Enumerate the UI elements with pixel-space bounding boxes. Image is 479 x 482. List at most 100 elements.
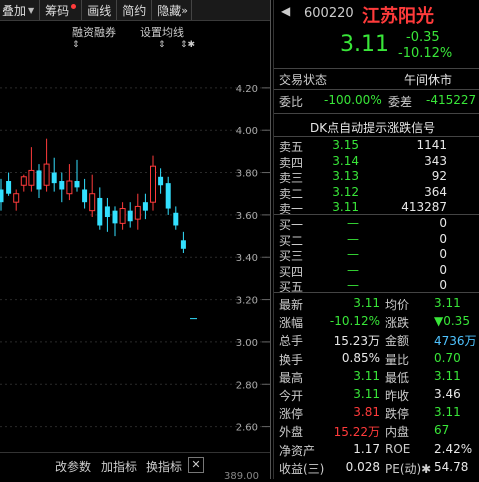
stat-value: 3.11 <box>434 296 461 310</box>
ask-level-label: 卖三 <box>279 171 304 185</box>
bid-price: — <box>347 262 359 277</box>
caret-down-icon: ▼ <box>28 5 35 15</box>
divider <box>274 136 479 137</box>
prev-stock-icon[interactable]: ◀ <box>281 4 290 18</box>
stat-value: 3.11 <box>434 405 461 420</box>
stat-value: 0.028 <box>345 459 380 474</box>
weibi-value: -100.00% <box>324 93 382 107</box>
switch-indicator-button[interactable]: 换指标 <box>146 458 182 475</box>
ask-price: 3.14 <box>332 153 359 168</box>
stat-label: 昨收 <box>385 389 410 403</box>
y-tick-label: 3.60 <box>236 211 258 222</box>
candle-body <box>89 193 96 212</box>
simple-mode-label: 简约 <box>122 3 147 18</box>
stat-label: 净资产 <box>279 443 316 458</box>
bid-volume: 0 <box>439 231 447 246</box>
stat-value: 3.11 <box>434 368 461 383</box>
divider <box>274 292 479 293</box>
stat-label: 金额 <box>385 334 410 349</box>
y-tick-label: 4.20 <box>236 84 258 95</box>
margin-trading-link[interactable]: 融资融券 <box>72 24 116 40</box>
stat-value: 3.11 <box>353 387 380 401</box>
candle-body <box>150 165 156 203</box>
add-indicator-button[interactable]: 加指标 <box>101 458 137 475</box>
stat-label: 量比 <box>385 352 410 367</box>
candle-body <box>82 189 88 203</box>
candle-body <box>180 240 186 249</box>
stat-label: 今开 <box>279 389 304 403</box>
stat-value: 15.22万 <box>333 425 380 440</box>
marker-row: ⇕ ⇕ ⇕✱ <box>0 40 270 54</box>
stat-label: 涨停 <box>279 407 304 422</box>
simple-mode-button[interactable]: 简约 <box>117 0 153 20</box>
candle-body <box>119 208 126 224</box>
stat-row: 换手 0.85% 量比 0.70 <box>274 351 479 369</box>
kline-chart[interactable]: 4.20 4.00 3.80 3.60 3.40 3.20 3.00 2.80 2.60 <box>0 54 270 479</box>
stat-value: 3.46 <box>434 387 461 401</box>
stat-label: ROE <box>385 441 411 456</box>
trade-status-row: 交易状态 午间休市 <box>274 71 479 89</box>
candle-body <box>97 197 103 226</box>
candle-body <box>51 172 57 184</box>
overlay-label: 叠加 <box>2 3 27 18</box>
stat-value: 2.42% <box>434 441 473 456</box>
overlay-button[interactable]: 叠加 ▼ <box>0 0 41 20</box>
bid-row[interactable]: 买五 —0 <box>274 278 479 296</box>
stat-value: 4736万 <box>434 334 477 349</box>
bid-level-label: 买四 <box>279 264 304 279</box>
indicator-bar: 改参数 加指标 换指标 ✕ 389.00 <box>0 452 270 482</box>
y-tick-label: 3.80 <box>236 169 258 180</box>
stock-name: 江苏阳光 <box>362 6 434 27</box>
stat-value: 15.23万 <box>333 334 380 349</box>
candle-body <box>28 169 35 186</box>
stat-value: -10.12% <box>329 314 380 329</box>
quote-panel: ◀ 600220 江苏阳光 3.11 -0.35 -10.12% 交易状态 午间… <box>274 0 479 479</box>
stat-row: 净资产 1.17 ROE 2.42% <box>274 442 479 460</box>
stat-value: ▼0.35 <box>434 314 470 329</box>
y-tick-label: 2.80 <box>236 380 258 391</box>
indicator-axis-value: 389.00 <box>224 471 259 482</box>
candle-body <box>104 206 110 218</box>
candle-body <box>134 205 141 220</box>
panel-divider <box>270 0 271 479</box>
trade-status-value: 午间休市 <box>404 73 453 87</box>
stat-row: 收益(三) 0.028 PE(动)✱ 54.78 <box>274 460 479 478</box>
bid-price: — <box>347 247 359 261</box>
ask-volume: 364 <box>424 184 447 199</box>
draw-line-button[interactable]: 画线 <box>82 0 118 20</box>
candle-body <box>0 189 4 203</box>
stat-label: 换手 <box>279 352 304 367</box>
hide-button[interactable]: 隐藏» <box>152 0 192 20</box>
stat-label: 均价 <box>385 298 410 312</box>
divider <box>274 214 479 215</box>
candle-body <box>6 181 12 194</box>
chips-button[interactable]: 筹码 <box>40 0 83 20</box>
notification-dot-icon <box>71 3 77 9</box>
bid-volume: 0 <box>439 247 447 261</box>
updown-star-marker-icon: ⇕✱ <box>180 40 196 50</box>
stat-row: 今开 3.11 昨收 3.46 <box>274 387 479 405</box>
chart-subbar: 融资融券 设置均线 <box>0 22 270 40</box>
candle-body <box>165 183 171 209</box>
ma-settings-link[interactable]: 设置均线 <box>140 24 184 40</box>
stat-value: 54.78 <box>434 459 469 474</box>
stat-value: 3.11 <box>353 296 380 310</box>
stat-row: 涨停 3.81 跌停 3.11 <box>274 405 479 423</box>
candle-body <box>112 210 118 224</box>
stat-label: 外盘 <box>279 425 304 440</box>
stat-label: 最高 <box>279 370 304 385</box>
stat-value: 0.85% <box>341 350 380 365</box>
stat-label: 跌停 <box>385 407 410 422</box>
draw-line-label: 画线 <box>87 3 112 18</box>
edit-params-button[interactable]: 改参数 <box>55 458 91 475</box>
candle-body <box>173 212 179 226</box>
bid-price: — <box>347 278 359 292</box>
ask-price: 3.13 <box>332 169 359 183</box>
close-icon[interactable]: ✕ <box>188 457 204 473</box>
y-tick-label: 3.40 <box>236 253 258 264</box>
y-tick-label: 3.00 <box>236 338 258 349</box>
stat-label: 涨跌 <box>385 316 410 331</box>
stat-row: 总手 15.23万 金额 4736万 <box>274 332 479 350</box>
stat-row: 外盘 15.22万 内盘 67 <box>274 423 479 441</box>
dk-signal-link[interactable]: DK点自动提示涨跌信号 <box>310 119 436 137</box>
